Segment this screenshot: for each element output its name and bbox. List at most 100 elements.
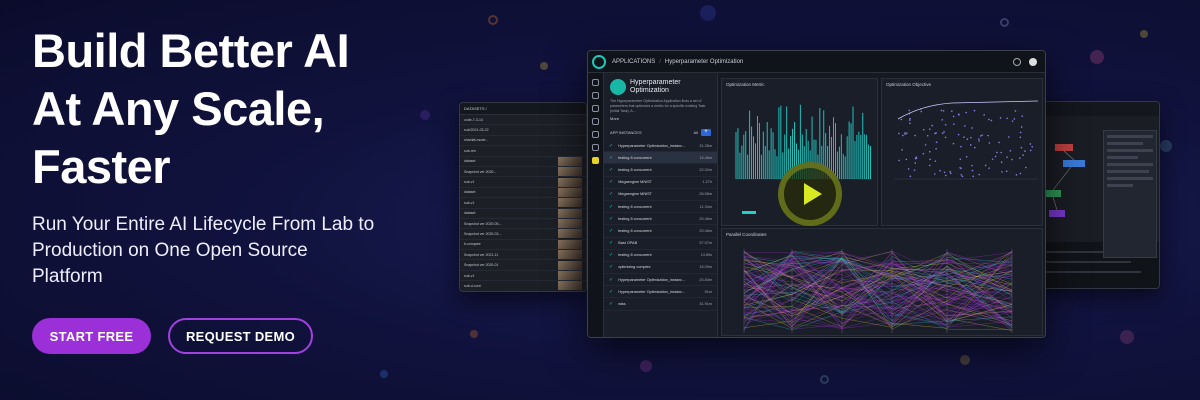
objective-point (914, 134, 916, 137)
dataset-row[interactable]: sub-d-cont (460, 281, 586, 291)
instance-name: testing 8 concurrent (618, 204, 652, 209)
instance-row[interactable]: ✓ Megaengine MNIST 26.58m (604, 189, 717, 201)
bokeh-dot (1090, 50, 1104, 64)
breadcrumb-applications[interactable]: APPLICATIONS (612, 59, 655, 65)
dataset-row[interactable]: sub-v1 (460, 198, 586, 209)
applications-icon[interactable] (592, 157, 599, 164)
instance-row[interactable]: ✓ Megaengine MNIST 1.27h (604, 177, 717, 189)
instance-row[interactable]: ✓ testing 8 concurrent 22.02m (604, 164, 717, 177)
dataset-name: code-7-3-14 (464, 117, 483, 122)
request-demo-button[interactable]: REQUEST DEMO (168, 318, 313, 354)
dataset-row[interactable]: Snapshot ver 2021-11 (460, 250, 586, 261)
dataset-thumbnail (558, 208, 582, 218)
objective-point (909, 175, 912, 178)
objective-point (1020, 126, 1023, 128)
dataset-row[interactable]: sub-v1 (460, 271, 586, 282)
dataset-row[interactable]: code-7-3-14 (460, 115, 586, 126)
instance-runtime: 26.58m (699, 192, 712, 197)
objective-point (909, 122, 911, 125)
grid-icon[interactable] (592, 144, 599, 151)
instance-runtime: 1.27h (702, 180, 712, 185)
app-topbar: APPLICATIONS / Hyperparameter Optimizati… (588, 51, 1045, 73)
pipeline-node (1045, 190, 1061, 197)
objective-point (944, 136, 947, 139)
dataset-row[interactable]: dataset (460, 208, 586, 219)
dataset-row[interactable]: sub/2021-03-22 (460, 125, 586, 136)
check-icon: ✓ (609, 215, 614, 222)
objective-point (1000, 161, 1003, 164)
dataset-row[interactable]: Snapshot ver 2020-.. (460, 167, 586, 178)
table-icon[interactable] (592, 118, 599, 125)
pipeline-node (1055, 144, 1073, 151)
dataset-row[interactable]: Snapshot ver 2020-01 (460, 260, 586, 271)
objective-point (922, 152, 925, 155)
objective-point (1011, 158, 1013, 161)
hero-section: Build Better AI At Any Scale, Faster Run… (32, 22, 442, 290)
objective-point (943, 131, 945, 133)
check-icon: ✓ (609, 142, 614, 149)
objective-point (1019, 136, 1022, 139)
subheadline-line: Run Your Entire AI Lifecycle From Lab to (32, 214, 375, 235)
instance-row[interactable]: ✓ wiss 31.91m (604, 298, 717, 311)
dataset-row[interactable]: Snapshot ver 2020-02-.. (460, 229, 586, 240)
play-video-button[interactable] (778, 162, 842, 226)
dataset-thumbnail (558, 198, 582, 208)
dataset-row[interactable]: b-compare (460, 239, 586, 251)
instance-name: Bast OPAB (618, 241, 638, 246)
bokeh-dot (1120, 330, 1134, 344)
instance-row[interactable]: ✓ testing 8 concurrent 20.46m (604, 213, 717, 226)
dataset-row[interactable]: dataset (460, 156, 586, 167)
objective-point (978, 173, 980, 176)
home-icon[interactable] (592, 79, 599, 86)
check-icon: ✓ (609, 301, 614, 308)
dataset-name: dataset (464, 190, 476, 195)
objective-point (961, 175, 964, 178)
headline-line: At Any Scale, (32, 82, 325, 135)
dataset-name: sha/dat-mode... (464, 138, 489, 143)
layers-icon[interactable] (592, 105, 599, 112)
user-avatar-icon[interactable] (1029, 57, 1037, 66)
instance-row[interactable]: ✓ testing 8 concurrent 20.46m (604, 225, 717, 238)
help-icon[interactable] (1013, 57, 1021, 66)
instance-runtime: 11.34m (699, 204, 712, 209)
instance-row[interactable]: ✓ Hyperparameter Optimization_instanc... 3… (604, 140, 717, 153)
objective-point (1019, 172, 1022, 175)
instance-row[interactable]: ✓ Hyperparameter Optimization_instanc... 2… (604, 274, 717, 287)
dataset-name: b-compare (464, 242, 481, 247)
dataset-row[interactable]: sub-v1 (460, 177, 586, 188)
dataset-thumbnail (558, 219, 582, 229)
legend-swatch (742, 211, 756, 214)
check-icon: ✓ (609, 191, 614, 198)
dataset-row[interactable]: sub-ren (460, 146, 586, 157)
objective-point (941, 119, 944, 121)
pipeline-details-card (1103, 130, 1157, 258)
bokeh-dot (540, 62, 548, 70)
objective-point (994, 155, 997, 158)
check-icon: ✓ (609, 264, 614, 271)
instance-row[interactable]: ✓ optimizing complex 15.09m (604, 262, 717, 275)
flow-icon[interactable] (592, 131, 599, 138)
dataset-name: Snapshot ver 2020-05-.. (464, 221, 502, 226)
objective-point (979, 135, 982, 137)
instance-name: testing 8 concurrent (618, 155, 652, 160)
start-free-button[interactable]: START FREE (32, 318, 151, 354)
dataset-row[interactable]: sha/dat-mode... (460, 136, 586, 147)
instance-row[interactable]: ✓ testing 8 concurrent 14.69s (604, 250, 717, 262)
objective-point (928, 164, 931, 167)
brain-icon[interactable] (592, 92, 599, 99)
instance-row[interactable]: ✓ Bast OPAB 57.07m (604, 238, 717, 250)
objective-point (949, 170, 951, 173)
instance-row[interactable]: ✓ testing 8 concurrent 15.46m (604, 152, 717, 165)
objective-point (970, 136, 972, 139)
dataset-row[interactable]: dataset (460, 187, 586, 199)
add-instance-button[interactable]: + (701, 129, 711, 136)
dataset-row[interactable]: Snapshot ver 2020-05-.. (460, 219, 586, 230)
instance-row[interactable]: ✓ testing 8 concurrent 11.34m (604, 201, 717, 214)
dataset-name: sub-v1 (464, 200, 475, 205)
instance-name: optimizing complex (618, 265, 651, 270)
objective-point (1031, 145, 1034, 148)
instances-filter[interactable]: All (694, 130, 698, 135)
instance-runtime: 20.83m (699, 277, 712, 282)
objective-point (920, 110, 923, 113)
instance-row[interactable]: ✓ Hyperparameter Optimization_instanc... 5… (604, 286, 717, 299)
